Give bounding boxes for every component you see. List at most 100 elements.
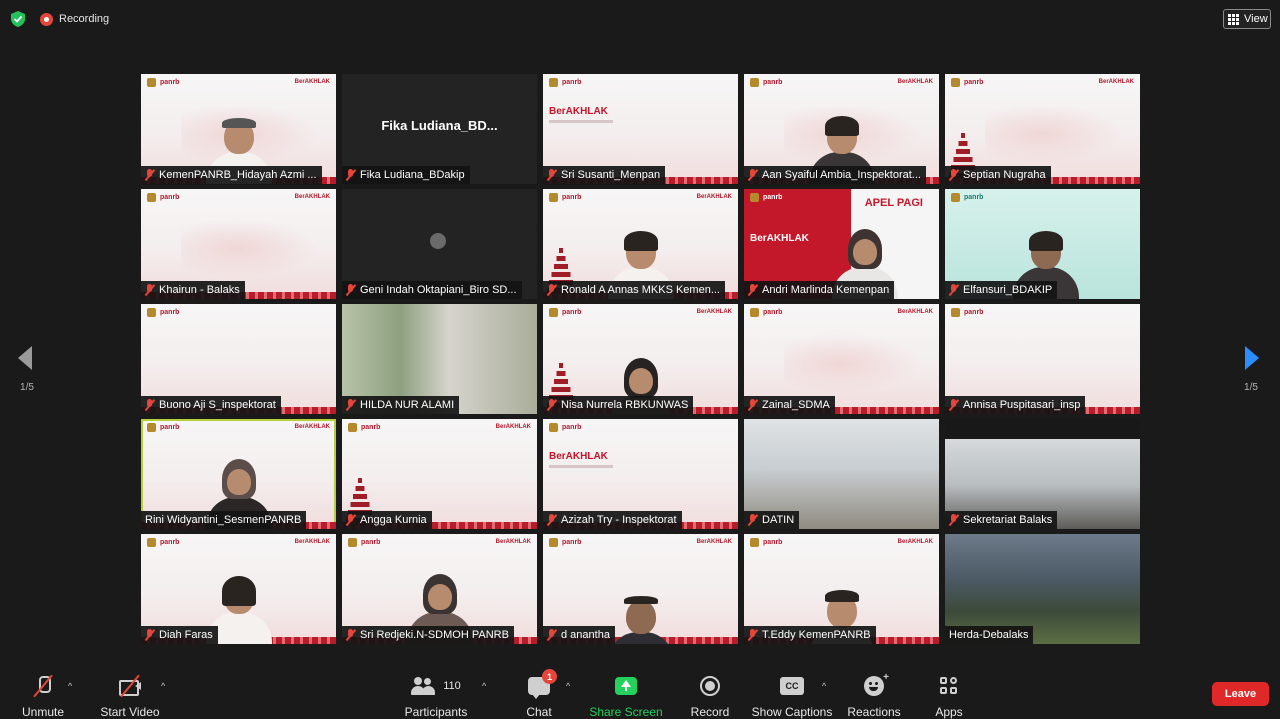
participant-name-label: Diah Faras: [141, 626, 218, 644]
participant-tile[interactable]: Geni Indah Oktapiani_Biro SD...: [342, 189, 537, 299]
participant-name-label: Fika Ludiana_BDakip: [342, 166, 470, 184]
recording-icon: [40, 12, 53, 26]
video-options-caret[interactable]: ^: [161, 681, 165, 691]
chat-options-caret[interactable]: ^: [566, 681, 570, 691]
recording-indicator[interactable]: Recording: [40, 10, 109, 28]
berakhlak-logo: BerAKHLAK: [495, 424, 531, 430]
participant-tile[interactable]: DATIN: [744, 419, 939, 529]
participant-name-label: HILDA NUR ALAMI: [342, 396, 460, 414]
chat-button[interactable]: 1 Chat: [520, 663, 558, 719]
participants-options-caret[interactable]: ^: [482, 681, 486, 691]
captions-options-caret[interactable]: ^: [822, 681, 826, 691]
muted-mic-icon: [346, 284, 355, 296]
muted-mic-icon: [949, 399, 958, 411]
participant-name-label: Annisa Puspitasari_insp: [945, 396, 1086, 414]
participant-tile[interactable]: panrb BerAKHLAK Ronald A Annas MKKS Keme…: [543, 189, 738, 299]
arrow-left-icon: [18, 346, 32, 370]
muted-mic-icon: [748, 169, 757, 181]
shield-check-icon[interactable]: [11, 11, 25, 27]
participant-tile[interactable]: Sekretariat Balaks: [945, 419, 1140, 529]
panrb-logo: panrb: [750, 78, 782, 87]
muted-mic-icon: [346, 629, 355, 641]
unmute-button[interactable]: Unmute: [14, 663, 72, 719]
record-icon: [700, 676, 720, 696]
muted-mic-icon: [346, 514, 355, 526]
audio-options-caret[interactable]: ^: [68, 681, 72, 691]
panrb-logo: panrb: [147, 308, 179, 317]
start-video-button[interactable]: Start Video: [96, 663, 164, 719]
participant-tile[interactable]: panrb BerAKHLAK Aan Syaiful Ambia_Inspek…: [744, 74, 939, 184]
participant-tile[interactable]: Fika Ludiana_BD... Fika Ludiana_BDakip: [342, 74, 537, 184]
participant-name-label: Sri Redjeki.N-SDMOH PANRB: [342, 626, 514, 644]
gallery-view: panrb BerAKHLAK KemenPANRB_Hidayah Azmi …: [141, 74, 1140, 644]
closed-captions-icon: CC: [780, 677, 804, 695]
muted-mic-icon: [748, 514, 757, 526]
show-captions-button[interactable]: CC Show Captions: [752, 663, 832, 719]
avatar: [430, 233, 446, 249]
panrb-logo: panrb: [147, 193, 179, 202]
next-page-button[interactable]: 1/5: [1236, 344, 1266, 404]
reactions-button[interactable]: + Reactions: [846, 663, 902, 719]
panrb-logo: panrb: [750, 193, 782, 202]
berakhlak-logo: BerAKHLAK: [549, 106, 608, 117]
previous-page-button[interactable]: 1/5: [12, 344, 42, 404]
panrb-logo: panrb: [549, 538, 581, 547]
participant-tile[interactable]: panrb BerAKHLAK Diah Faras: [141, 534, 336, 644]
participant-name-label: T.Eddy KemenPANRB: [744, 626, 876, 644]
participant-tile[interactable]: panrb BerAKHLAK Sri Susanti_Menpan: [543, 74, 738, 184]
muted-mic-icon: [547, 399, 556, 411]
leave-button[interactable]: Leave: [1212, 682, 1269, 706]
participant-display-name: Fika Ludiana_BD...: [381, 118, 498, 133]
participant-tile[interactable]: panrb BerAKHLAK KemenPANRB_Hidayah Azmi …: [141, 74, 336, 184]
participant-tile[interactable]: panrb Buono Aji S_inspektorat: [141, 304, 336, 414]
muted-mic-icon: [949, 284, 958, 296]
meeting-toolbar: Unmute ^ Start Video ^ 110 Participants …: [0, 663, 1280, 719]
participant-name-label: Azizah Try - Inspektorat: [543, 511, 682, 529]
participant-tile[interactable]: HILDA NUR ALAMI: [342, 304, 537, 414]
participant-name-label: d anantha: [543, 626, 615, 644]
muted-mic-icon: [547, 629, 556, 641]
participant-tile[interactable]: panrb BerAKHLAK Khairun - Balaks: [141, 189, 336, 299]
panrb-logo: panrb: [750, 538, 782, 547]
view-button[interactable]: View: [1223, 9, 1271, 29]
participant-tile-active-speaker[interactable]: panrb BerAKHLAK Rini Widyantini_SesmenPA…: [141, 419, 336, 529]
participant-tile[interactable]: panrb BerAKHLAK Nisa Nurrela RBKUNWAS: [543, 304, 738, 414]
participants-count: 110: [443, 680, 461, 692]
berakhlak-logo: BerAKHLAK: [294, 424, 330, 430]
participant-tile[interactable]: panrb Elfansuri_BDAKIP: [945, 189, 1140, 299]
panrb-logo: panrb: [951, 308, 983, 317]
muted-mic-icon: [547, 514, 556, 526]
panrb-logo: panrb: [348, 538, 380, 547]
share-screen-icon: [615, 677, 637, 695]
participant-tile[interactable]: panrb BerAKHLAK Zainal_SDMA: [744, 304, 939, 414]
apps-button[interactable]: Apps: [930, 663, 968, 719]
participant-tile[interactable]: panrb BerAKHLAK d anantha: [543, 534, 738, 644]
muted-mic-icon: [748, 629, 757, 641]
muted-mic-icon: [346, 169, 355, 181]
participant-tile[interactable]: Herda-Debalaks: [945, 534, 1140, 644]
muted-mic-icon: [547, 284, 556, 296]
participant-tile[interactable]: panrb BerAKHLAK Sri Redjeki.N-SDMOH PANR…: [342, 534, 537, 644]
muted-mic-icon: [145, 629, 154, 641]
share-screen-button[interactable]: Share Screen: [589, 663, 663, 719]
participant-tile[interactable]: panrb APEL PAGI BerAKHLAK Andri Marlinda…: [744, 189, 939, 299]
panrb-logo: panrb: [147, 78, 179, 87]
muted-mic-icon: [949, 514, 958, 526]
participant-tile[interactable]: panrb BerAKHLAK Azizah Try - Inspektorat: [543, 419, 738, 529]
participant-tile[interactable]: panrb BerAKHLAK Angga Kurnia: [342, 419, 537, 529]
recording-label: Recording: [59, 13, 110, 25]
participant-name-label: Angga Kurnia: [342, 511, 432, 529]
berakhlak-logo: BerAKHLAK: [1098, 79, 1134, 85]
gallery-grid-icon: [1228, 13, 1239, 25]
panrb-logo: panrb: [750, 308, 782, 317]
muted-mic-icon: [346, 399, 355, 411]
slide-title: APEL PAGI: [864, 197, 923, 209]
participant-name-label: Nisa Nurrela RBKUNWAS: [543, 396, 694, 414]
participant-tile[interactable]: panrb BerAKHLAK T.Eddy KemenPANRB: [744, 534, 939, 644]
participant-tile[interactable]: panrb Annisa Puspitasari_insp: [945, 304, 1140, 414]
record-button[interactable]: Record: [688, 663, 732, 719]
smiley-icon: +: [864, 672, 889, 696]
participant-tile[interactable]: panrb BerAKHLAK Septian Nugraha: [945, 74, 1140, 184]
participants-button[interactable]: 110 Participants: [404, 663, 468, 719]
muted-mic-icon: [145, 399, 154, 411]
